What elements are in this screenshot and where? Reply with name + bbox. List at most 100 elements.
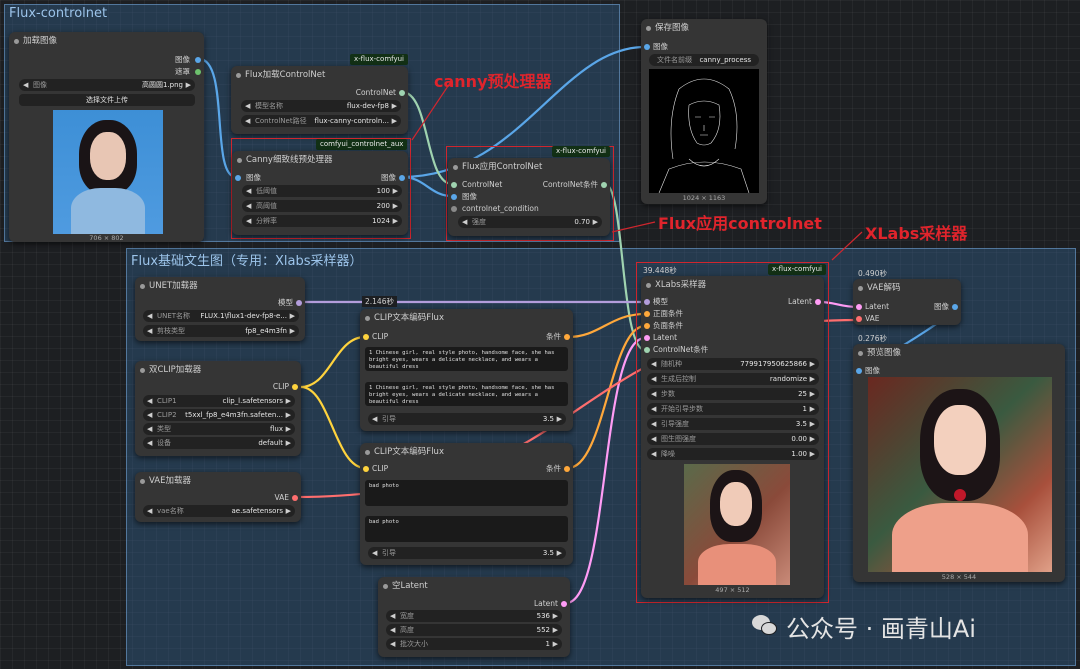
empty-latent-node[interactable]: 空Latent Latent ◀ 宽度 536 ▶ ◀ 高度 552 ▶ ◀ 批次大小 1 ▶ [378,577,570,657]
input-latent-socket[interactable] [856,304,862,310]
output-image-label: 图像 [381,173,396,182]
output-image-socket[interactable] [399,175,405,181]
sampler-preview-image [684,464,790,585]
output-latent-socket[interactable] [561,601,567,607]
exec-timer: 39.448秒 [643,266,677,275]
output-controlnet-condition-socket[interactable] [601,182,607,188]
output-condition-socket[interactable] [564,466,570,472]
clip1-select[interactable]: ◀ CLIP1 clip_l.safetensors ▶ [143,395,295,407]
strength-input[interactable]: ◀ 强度 0.70 ▶ [458,216,602,228]
node-title: Flux应用ControlNet [448,158,610,176]
node-badge: x-flux-comfyui [768,264,826,275]
node-title: 预览图像 [853,344,1065,362]
output-vae-socket[interactable] [292,495,298,501]
unet-loader-node[interactable]: UNET加载器 模型 ◀ UNET名称 FLUX.1\flux1-dev-fp8-e… [135,277,305,341]
clip-l-prompt-textarea[interactable]: 1 Chinese girl, real style photo, handso… [365,347,568,371]
node-title: XLabs采样器 [641,276,824,294]
output-mask-socket[interactable] [195,69,201,75]
input-positive-label: 正面条件 [653,309,683,318]
input-vae-socket[interactable] [856,316,862,322]
node-title: Canny细致线预处理器 [232,151,408,169]
flux-load-controlnet-node[interactable]: Flux加载ControlNet ControlNet ◀ 模型名称 flux-de… [231,66,408,134]
canny-preprocessor-node[interactable]: Canny细致线预处理器 图像 图像 ◀ 低阈值 100 ▶ ◀ 高阈值 200 ▶ ◀ 分辨… [232,151,408,235]
output-controlnet-socket[interactable] [399,90,405,96]
canny-edge-lines [658,78,750,193]
output-image-socket[interactable] [952,304,958,310]
clip-text-encode-negative-node[interactable]: CLIP文本编码Flux CLIP 条件 bad photo bad photo… [360,443,573,565]
denoise-strength-input[interactable]: ◀ 降噪 1.00 ▶ [647,448,819,460]
true-gs-input[interactable]: ◀ 引导强度 3.5 ▶ [647,418,819,430]
input-image-socket[interactable] [451,194,457,200]
low-threshold-input[interactable]: ◀ 低阈值 100 ▶ [242,185,402,197]
controlnet-path-select[interactable]: ◀ ControlNet路径 flux-canny-controln... ▶ [241,115,401,127]
width-input[interactable]: ◀ 宽度 536 ▶ [386,610,562,622]
input-condition-socket[interactable] [451,206,457,212]
output-clip-socket[interactable] [292,384,298,390]
output-vae-label: VAE [274,493,289,502]
input-photo [53,110,163,234]
load-image-node[interactable]: 加载图像 图像 遮罩 ◀ 图像 高圆圆1.png ▶ 选择文件上传 706 × 802 [9,32,204,242]
generated-image [868,377,1052,572]
input-clip-socket[interactable] [363,466,369,472]
batch-size-input[interactable]: ◀ 批次大小 1 ▶ [386,638,562,650]
input-image-socket[interactable] [235,175,241,181]
node-badge: comfyui_controlnet_aux [316,139,408,150]
vae-loader-node[interactable]: VAE加载器 VAE ◀ vae名称 ae.safetensors ▶ [135,472,301,522]
exec-timer: 2.146秒 [362,296,397,307]
control-after-generate-select[interactable]: ◀ 生成后控制 randomize ▶ [647,373,819,385]
upload-button[interactable]: 选择文件上传 [19,94,195,106]
output-model-label: 模型 [278,298,293,307]
input-latent-label: Latent [865,302,890,311]
image-select[interactable]: ◀ 图像 高圆圆1.png ▶ [19,79,195,91]
save-image-node[interactable]: 保存图像 图像 文件名前缀 canny_process 1024 × 1163 [641,19,767,204]
resolution-input[interactable]: ◀ 分辨率 1024 ▶ [242,215,402,227]
t5xxl-prompt-textarea[interactable]: 1 Chinese girl, real style photo, handso… [365,382,568,406]
input-negative-socket[interactable] [644,323,650,329]
seed-input[interactable]: ◀ 随机种 779917950625866 ▶ [647,358,819,370]
height-input[interactable]: ◀ 高度 552 ▶ [386,624,562,636]
filename-prefix-input[interactable]: 文件名前缀 canny_process [649,54,759,66]
weight-dtype-select[interactable]: ◀ 剪枝类型 fp8_e4m3fn ▶ [143,325,299,337]
guidance-input[interactable]: ◀ 引导 3.5 ▶ [368,547,566,559]
flux-apply-controlnet-node[interactable]: Flux应用ControlNet ControlNet ControlNet条件… [448,158,610,236]
node-title: VAE加载器 [135,472,301,490]
type-select[interactable]: ◀ 类型 flux ▶ [143,423,295,435]
output-mask-label: 遮罩 [175,67,190,76]
input-clip-label: CLIP [372,332,389,341]
clip-l-prompt-textarea[interactable]: bad photo [365,480,568,506]
input-image-socket[interactable] [644,44,650,50]
dual-clip-loader-node[interactable]: 双CLIP加载器 CLIP ◀ CLIP1 clip_l.safetensors ▶ … [135,361,301,456]
input-latent-socket[interactable] [644,335,650,341]
annotation-xlabs: XLabs采样器 [865,224,968,243]
input-controlnet-condition-socket[interactable] [644,347,650,353]
image-dims: 1024 × 1163 [682,194,726,202]
output-image-socket[interactable] [195,57,201,63]
t5xxl-prompt-textarea[interactable]: bad photo [365,516,568,542]
image-dims: 497 × 512 [715,586,750,594]
steps-input[interactable]: ◀ 步数 25 ▶ [647,388,819,400]
output-model-socket[interactable] [296,300,302,306]
model-name-select[interactable]: ◀ 模型名称 flux-dev-fp8 ▶ [241,100,401,112]
output-latent-socket[interactable] [815,299,821,305]
input-positive-socket[interactable] [644,311,650,317]
preview-image-node[interactable]: 预览图像 图像 528 × 544 [853,344,1065,582]
clip2-select[interactable]: ◀ CLIP2 t5xxl_fp8_e4m3fn.safeten... ▶ [143,409,295,421]
node-title: 空Latent [378,577,570,595]
vae-name-select[interactable]: ◀ vae名称 ae.safetensors ▶ [143,505,295,517]
input-model-socket[interactable] [644,299,650,305]
input-image-socket[interactable] [856,368,862,374]
input-controlnet-socket[interactable] [451,182,457,188]
vae-decode-node[interactable]: VAE解码 Latent 图像 VAE [853,279,961,325]
guidance-input[interactable]: ◀ 引导 3.5 ▶ [368,413,566,425]
image-to-image-strength-input[interactable]: ◀ 图生图强度 0.00 ▶ [647,433,819,445]
node-canvas[interactable]: Flux-controlnet Flux基础文生图（专用：Xlabs采样器） c… [0,0,1080,669]
unet-name-select[interactable]: ◀ UNET名称 FLUX.1\flux1-dev-fp8-e... ▶ [143,310,299,322]
output-condition-socket[interactable] [564,334,570,340]
input-clip-socket[interactable] [363,334,369,340]
timestep-to-start-cfg-input[interactable]: ◀ 开始引导步数 1 ▶ [647,403,819,415]
device-select[interactable]: ◀ 设备 default ▶ [143,437,295,449]
clip-text-encode-positive-node[interactable]: CLIP文本编码Flux CLIP 条件 1 Chinese girl, rea… [360,309,573,431]
xlabs-sampler-node[interactable]: XLabs采样器 模型 Latent 正面条件 负面条件 Latent Cont… [641,276,824,598]
input-negative-label: 负面条件 [653,321,683,330]
high-threshold-input[interactable]: ◀ 高阈值 200 ▶ [242,200,402,212]
